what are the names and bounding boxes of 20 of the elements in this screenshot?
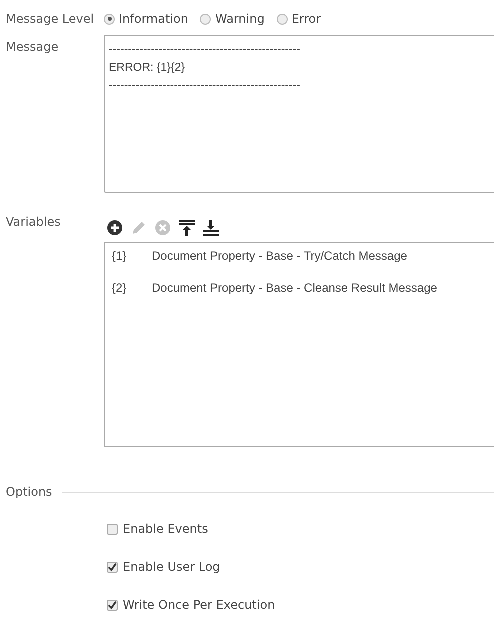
section-title: Options [6,485,52,499]
field-label: Variables [6,215,62,231]
variable-name[interactable]: Document Property - Base - Cleanse Result Message [152,280,438,312]
move-to-bottom-icon[interactable] [203,220,219,236]
radio-option[interactable]: Warning [200,12,265,26]
checkbox-option[interactable]: Enable Events [107,521,494,537]
variable-key: {1} [112,248,152,280]
checkbox-option[interactable]: Enable User Log [107,559,494,575]
radio-option[interactable]: Error [276,12,322,26]
add-icon[interactable] [107,220,123,236]
checkmark-icon [108,562,117,572]
variable-key: {2} [112,280,152,312]
radio-option[interactable]: Information [104,12,188,26]
move-to-top-icon[interactable] [179,220,195,236]
field-label: Message Level [6,12,96,26]
field-label: Message [6,39,60,56]
checkbox-option[interactable]: Write Once Per Execution [107,597,494,613]
message-field[interactable]: -------------------------------------------------- ERROR: {1}{2} -------------------------------------------------- [104,35,494,193]
variable-name[interactable]: Document Property - Base - Try/Catch Message [152,248,408,280]
checkmark-icon [108,600,117,610]
